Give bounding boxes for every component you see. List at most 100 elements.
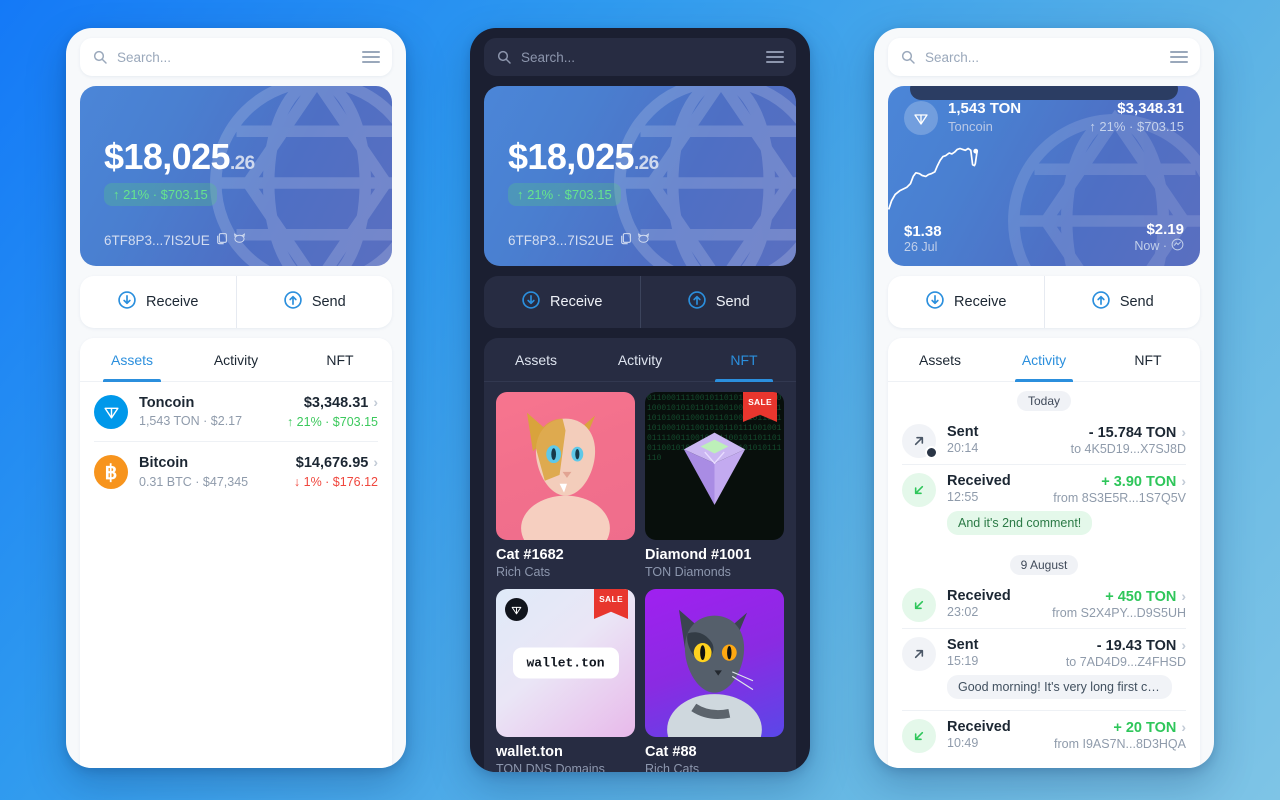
nft-title: wallet.ton: [496, 744, 563, 760]
search-bar[interactable]: Search...: [80, 38, 392, 76]
nft-card[interactable]: Cat #88 Rich Cats: [645, 589, 784, 772]
chevron-right-icon[interactable]: ›: [1181, 719, 1186, 735]
action-row: Receive Send: [888, 276, 1200, 328]
action-row: Receive Send: [484, 276, 796, 328]
sparkline-path: [889, 149, 977, 209]
tab-assets[interactable]: Assets: [484, 338, 588, 381]
tab-activity[interactable]: Activity: [588, 338, 692, 381]
chart-high-label: Now ·: [1134, 239, 1167, 253]
receive-button[interactable]: Receive: [484, 276, 640, 328]
chart-high-value: $2.19: [1146, 221, 1184, 238]
cat-emoji-icon: [233, 232, 246, 248]
activity-amount: + 3.90 TON ›: [1101, 473, 1186, 490]
copy-icon[interactable]: [619, 232, 632, 248]
toncoin-icon: [94, 394, 128, 429]
activity-row[interactable]: Received 12:55 + 3.90 TON › from 8S3E5R..…: [902, 464, 1186, 546]
nft-card[interactable]: 0110001111001011010101111100100010101011…: [645, 392, 784, 579]
hamburger-menu-icon[interactable]: [362, 50, 380, 64]
activity-amount: - 15.784 TON ›: [1088, 424, 1186, 441]
asset-name: Bitcoin: [139, 454, 189, 471]
nft-collection: Rich Cats: [496, 565, 551, 579]
send-button[interactable]: Send: [235, 276, 393, 328]
day-divider: Today: [1016, 391, 1072, 411]
card-stack-edge: [910, 86, 1178, 100]
activity-comment: Good morning! It's very long first com..…: [947, 675, 1172, 699]
nft-image: 0110001111001011010101111100100010101011…: [645, 392, 784, 540]
chart-card-header: 1,543 TON Toncoin $3,348.31 ↑ 21% · $703…: [904, 100, 1184, 135]
asset-row[interactable]: Toncoin 1,543 TON · $2.17 $3,348.31 › ↑ 2…: [94, 382, 378, 441]
hamburger-menu-icon[interactable]: [766, 50, 784, 64]
activity-kind: Received: [947, 473, 1011, 489]
activity-amount: + 20 TON ›: [1113, 719, 1186, 736]
send-button[interactable]: Send: [639, 276, 797, 328]
search-input[interactable]: Search...: [925, 50, 1161, 65]
arrow-up-right-icon: [902, 637, 936, 671]
arrow-down-left-icon: [902, 473, 936, 507]
chevron-right-icon[interactable]: ›: [373, 454, 378, 470]
receive-button[interactable]: Receive: [888, 276, 1044, 328]
search-icon: [92, 49, 108, 65]
activity-time: 10:49: [947, 736, 979, 750]
wallet-address[interactable]: 6TF8P3...7IS2UE: [508, 232, 650, 248]
asset-row[interactable]: ฿ Bitcoin 0.31 BTC · $47,345 $14,676.95 ›…: [94, 441, 378, 501]
activity-address: from 8S3E5R...1S7Q5V: [1053, 491, 1186, 505]
balance-change-badge: ↑ 21% · $703.15: [104, 183, 217, 206]
day-divider: 9 August: [1009, 555, 1079, 575]
content-panel: Assets Activity NFT Cat #1682 Rich Cats …: [484, 338, 796, 772]
tab-nft[interactable]: NFT: [288, 338, 392, 381]
arrow-up-right-icon: [902, 424, 938, 459]
market-chart-icon: [1171, 238, 1184, 254]
balance-amount: $18,025.26: [508, 136, 659, 177]
receive-label: Receive: [550, 294, 603, 310]
phone-light-assets: Search... $18,025.26 ↑ 21% · $703.15 6TF…: [66, 28, 406, 768]
activity-row[interactable]: Sent 20:14 - 15.784 TON › to 4K5D19...X7S…: [902, 416, 1186, 464]
nft-title: Cat #88: [645, 744, 697, 760]
chevron-right-icon[interactable]: ›: [1181, 588, 1186, 604]
tab-nft[interactable]: NFT: [692, 338, 796, 382]
tab-assets[interactable]: Assets: [888, 338, 992, 381]
search-input[interactable]: Search...: [521, 50, 757, 65]
price-chart-card: 1,543 TON Toncoin $3,348.31 ↑ 21% · $703…: [888, 86, 1200, 266]
activity-kind: Received: [947, 719, 1011, 735]
tab-assets[interactable]: Assets: [80, 338, 184, 382]
chevron-right-icon[interactable]: ›: [373, 394, 378, 410]
nft-title: Diamond #1001: [645, 547, 752, 563]
activity-time: 12:55: [947, 490, 979, 504]
chevron-right-icon[interactable]: ›: [1181, 424, 1186, 440]
nft-collection: TON DNS Domains: [496, 762, 605, 772]
wallet-address-text: 6TF8P3...7IS2UE: [104, 232, 210, 248]
hamburger-menu-icon[interactable]: [1170, 50, 1188, 64]
content-panel: Assets Activity NFT Today Sent 20:14 - 1…: [888, 338, 1200, 768]
activity-kind: Received: [947, 588, 1011, 604]
arrow-up-circle-icon: [283, 290, 303, 314]
tab-activity[interactable]: Activity: [184, 338, 288, 381]
activity-amount: + 450 TON ›: [1105, 588, 1186, 605]
send-button[interactable]: Send: [1043, 276, 1201, 328]
activity-row[interactable]: Received 23:02 + 450 TON › from S2X4PY...…: [902, 580, 1186, 628]
chevron-right-icon[interactable]: ›: [1181, 473, 1186, 489]
nft-card[interactable]: wallet.ton SALE wallet.ton TON DNS Domai…: [496, 589, 635, 772]
price-sparkline: [888, 144, 978, 216]
tab-activity[interactable]: Activity: [992, 338, 1096, 382]
receive-button[interactable]: Receive: [80, 276, 236, 328]
tab-nft[interactable]: NFT: [1096, 338, 1200, 381]
phone-dark-nft: Search... $18,025.26 ↑ 21% · $703.15 6TF…: [470, 28, 810, 772]
cat-emoji-icon: [637, 232, 650, 248]
tab-bar: Assets Activity NFT: [888, 338, 1200, 382]
search-bar[interactable]: Search...: [484, 38, 796, 76]
arrow-down-left-icon: [902, 719, 936, 753]
asset-sub: 0.31 BTC · $47,345: [139, 474, 249, 489]
arrow-down-circle-icon: [117, 290, 137, 314]
toncoin-icon: [904, 100, 938, 135]
wallet-address[interactable]: 6TF8P3...7IS2UE: [104, 232, 246, 248]
balance-card: $18,025.26 ↑ 21% · $703.15 6TF8P3...7IS2…: [484, 86, 796, 266]
search-bar[interactable]: Search...: [888, 38, 1200, 76]
copy-icon[interactable]: [215, 232, 228, 248]
phone-light-activity: Search... 1,543 TON Toncoin $3,348.31 ↑ …: [874, 28, 1214, 768]
receive-label: Receive: [954, 294, 1007, 310]
activity-row[interactable]: Received 10:49 + 20 TON › from I9AS7N...8…: [902, 710, 1186, 759]
search-input[interactable]: Search...: [117, 50, 353, 65]
activity-row[interactable]: Sent 15:19 - 19.43 TON › to 7AD4D9...Z4FH…: [902, 628, 1186, 710]
nft-card[interactable]: Cat #1682 Rich Cats: [496, 392, 635, 579]
chevron-right-icon[interactable]: ›: [1181, 637, 1186, 653]
